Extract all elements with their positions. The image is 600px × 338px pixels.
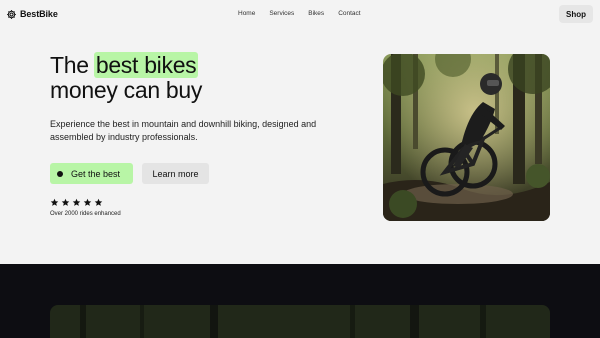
learn-more-button[interactable]: Learn more [142, 163, 209, 184]
star-icon [61, 198, 70, 206]
get-the-best-button[interactable]: Get the best [50, 163, 133, 184]
nav-contact[interactable]: Contact [338, 9, 360, 19]
main-nav: Home Services Bikes Contact [238, 9, 361, 19]
hero-title-highlight: best bikes [93, 52, 199, 78]
dot-icon [57, 170, 63, 177]
hero-image [383, 54, 550, 221]
nav-bikes[interactable]: Bikes [308, 9, 324, 19]
rating-stars [50, 198, 103, 208]
nav-home[interactable]: Home [238, 9, 255, 19]
hero-title-prefix: The [50, 52, 95, 78]
forest-photo [50, 305, 550, 338]
nav-services[interactable]: Services [269, 9, 294, 19]
shop-button[interactable]: Shop [559, 5, 593, 23]
brand-name: BestBike [20, 9, 58, 19]
star-icon [83, 198, 92, 206]
star-icon [50, 198, 59, 206]
hero-title-line-1: The best bikes [50, 52, 350, 78]
dark-section [0, 264, 600, 338]
gear-icon [7, 9, 16, 19]
hero-title-line-2: money can buy [50, 77, 203, 103]
star-icon [72, 198, 81, 206]
hero-description: Experience the best in mountain and down… [50, 119, 317, 142]
forest-banner-image [50, 305, 550, 338]
site-header: BestBike Home Services Bikes Contact Sho… [0, 0, 600, 28]
hero-title: The best bikes money can buy [50, 52, 350, 103]
rides-count-text: Over 2000 rides enhanced [50, 211, 121, 217]
star-icon [94, 198, 103, 206]
get-the-best-label: Get the best [71, 168, 121, 179]
mountain-biker-photo [383, 54, 550, 221]
brand-logo[interactable]: BestBike [6, 7, 58, 21]
